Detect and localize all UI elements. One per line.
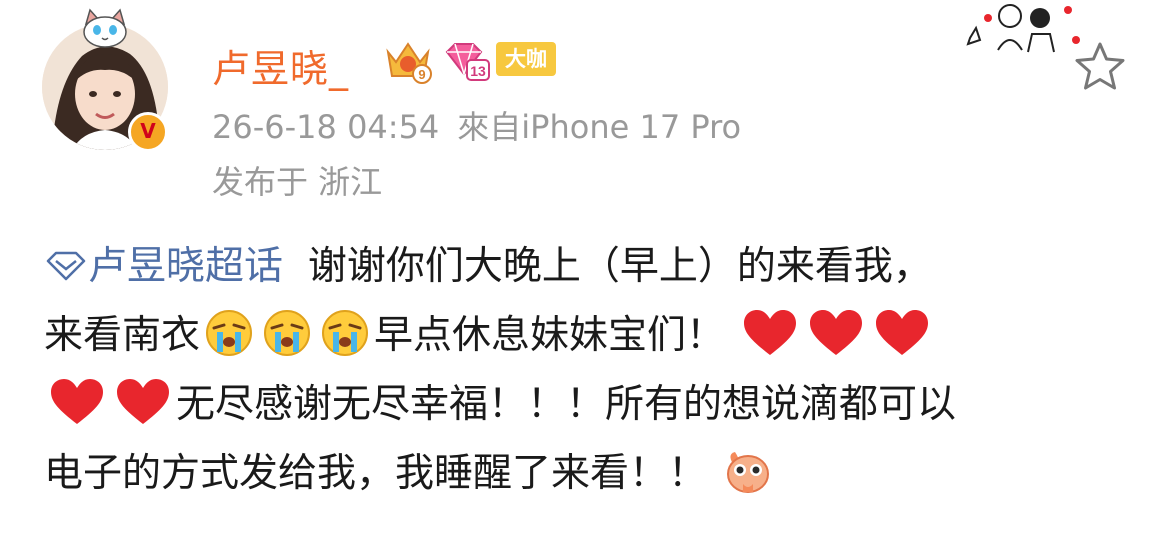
author-name[interactable]: 卢昱晓_ [212, 38, 349, 93]
post-source: 來自iPhone 17 Pro [457, 108, 742, 146]
vip-badge: 大咖 [496, 42, 556, 76]
mascot-pray-icon [727, 452, 770, 493]
red-heart-icon [876, 310, 929, 355]
red-heart-icon [51, 379, 103, 424]
diamond-level-icon: 13 [445, 43, 490, 81]
super-topic-label: 卢昱晓超话 [88, 244, 284, 289]
verified-badge: V [128, 112, 168, 152]
card-decoration-icon [966, 4, 1080, 53]
crying-emoji-icon [322, 310, 369, 356]
crying-emoji-icon [264, 310, 311, 356]
crying-emoji-icon [206, 310, 253, 356]
super-topic-diamond-icon [46, 251, 86, 281]
red-heart-icon [810, 310, 863, 355]
post-meta: 26-6-18 04:54 來自iPhone 17 Pro [212, 102, 741, 148]
red-heart-icon [744, 310, 797, 355]
crown-level-icon: 9 [386, 42, 432, 84]
diamond-level-text: 13 [470, 63, 486, 79]
red-heart-icon [117, 379, 169, 424]
super-topic-link[interactable]: 卢昱晓超话 [44, 244, 283, 289]
post-location: 发布于 浙江 [212, 163, 383, 201]
content-line-4: 电子的方式发给我，我睡醒了来看！！ [44, 451, 708, 496]
content-line-2a: 来看南衣 [44, 313, 201, 358]
content-line-1: 谢谢你们大晚上（早上）的来看我， [307, 244, 932, 289]
post-timestamp: 26-6-18 04:54 [212, 108, 440, 146]
favorite-star-icon[interactable] [1073, 40, 1127, 92]
content-line-2b: 早点休息妹妹宝们！ [374, 313, 726, 358]
content-line-3: 无尽感谢无尽幸福！！！所有的想说滴都可以 [176, 382, 957, 427]
crown-level-text: 9 [418, 67, 425, 82]
post-content: 卢昱晓超话 谢谢你们大晚上（早上）的来看我， 来看南衣 早点休息妹妹宝们！ 无尽感… [44, 232, 1144, 508]
cat-avatar-pendant-icon [83, 8, 127, 48]
